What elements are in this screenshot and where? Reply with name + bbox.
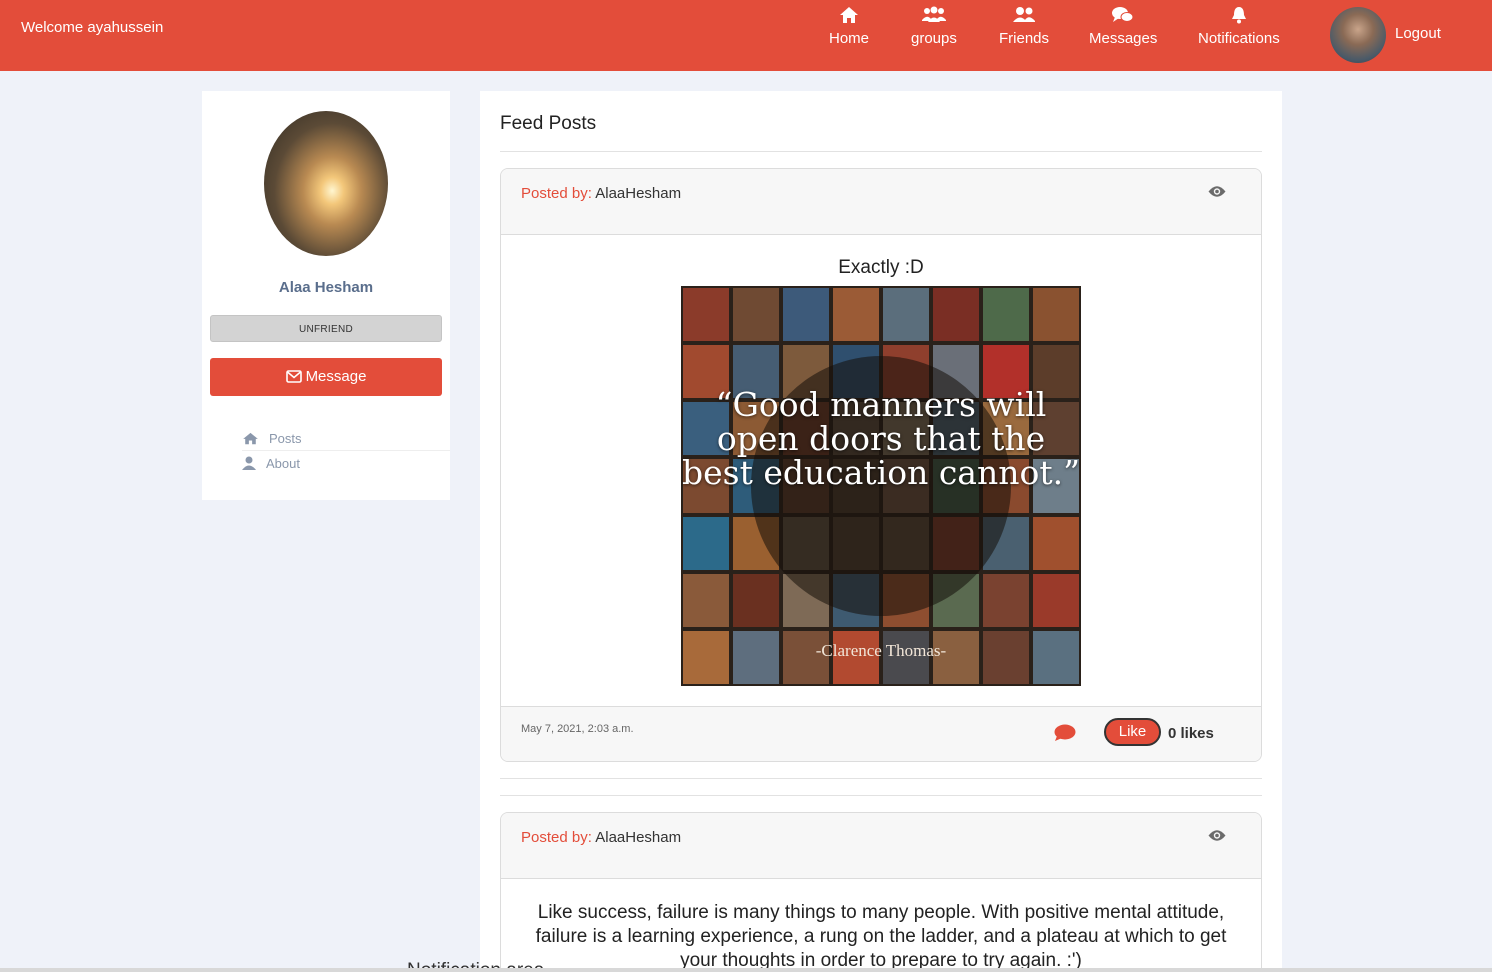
- logout-link[interactable]: Logout: [1395, 25, 1441, 42]
- posted-by-label: Posted by:: [521, 829, 592, 846]
- bell-icon: [1198, 6, 1280, 26]
- profile-name: Alaa Hesham: [278, 279, 374, 296]
- nav-messages-label: Messages: [1089, 30, 1158, 47]
- post-date: May 7, 2021, 2:03 a.m.: [521, 723, 634, 735]
- message-button-label: Message: [305, 368, 367, 385]
- nav-groups-label: groups: [911, 30, 957, 47]
- post-divider: [500, 795, 1262, 796]
- welcome-text: Welcome ayahussein: [21, 19, 164, 36]
- nav-friends[interactable]: Friends: [999, 6, 1049, 47]
- post-author[interactable]: AlaaHesham: [595, 185, 681, 202]
- users-icon: [911, 6, 957, 26]
- user-friends-icon: [999, 6, 1049, 26]
- post-header: Posted by: AlaaHesham: [501, 813, 1261, 879]
- likes-count: 0 likes: [1168, 725, 1214, 742]
- nav-home[interactable]: Home: [829, 6, 869, 47]
- eye-icon[interactable]: [1208, 829, 1226, 847]
- post-header: Posted by: AlaaHesham: [501, 169, 1261, 235]
- feed-title: Feed Posts: [500, 113, 597, 134]
- nav-friends-label: Friends: [999, 30, 1050, 47]
- nav-notifications[interactable]: Notifications: [1198, 6, 1280, 47]
- user-icon: [242, 456, 256, 470]
- image-quote-author: -Clarence Thomas-: [815, 641, 947, 660]
- sidebar-item-about[interactable]: About: [242, 456, 300, 471]
- bottom-strip: [0, 968, 1492, 972]
- post-image[interactable]: “Good manners will open doors that the b…: [681, 286, 1081, 686]
- sidebar-item-posts-label: Posts: [269, 431, 302, 446]
- user-avatar[interactable]: [1330, 7, 1386, 63]
- feed-panel: Feed Posts Posted by: AlaaHesham Exactly…: [480, 91, 1282, 972]
- sidebar-item-posts[interactable]: Posts: [242, 431, 302, 446]
- post-author[interactable]: AlaaHesham: [595, 829, 681, 846]
- feed-divider: [500, 151, 1262, 152]
- unfriend-button[interactable]: UNFRIEND: [210, 315, 442, 342]
- profile-photo: [264, 111, 388, 256]
- post-title: Exactly :D: [838, 257, 924, 278]
- nav-home-label: Home: [829, 30, 870, 47]
- home-icon: [829, 6, 869, 26]
- message-button[interactable]: Message: [210, 358, 442, 396]
- top-navbar: Welcome ayahussein Home groups Friends M…: [0, 0, 1492, 71]
- nav-messages[interactable]: Messages: [1089, 6, 1157, 47]
- envelope-icon: [285, 370, 302, 383]
- comments-icon: [1089, 6, 1157, 26]
- post-card: Posted by: AlaaHesham Exactly :D “Good m…: [500, 168, 1262, 762]
- post-card: Posted by: AlaaHesham Like success, fail…: [500, 812, 1262, 972]
- eye-icon[interactable]: [1208, 185, 1226, 203]
- profile-card: Alaa Hesham UNFRIEND Message Posts About: [202, 91, 450, 500]
- posted-by-label: Posted by:: [521, 185, 592, 202]
- comment-icon[interactable]: [1054, 724, 1076, 747]
- image-quote: “Good manners will open doors that the b…: [682, 385, 1080, 492]
- like-button[interactable]: Like: [1104, 718, 1161, 746]
- home-icon: [243, 432, 258, 445]
- nav-groups[interactable]: groups: [911, 6, 957, 47]
- post-divider: [500, 778, 1262, 779]
- posted-by: Posted by: AlaaHesham: [521, 185, 681, 202]
- nav-notifications-label: Notifications: [1198, 30, 1280, 47]
- post-footer: May 7, 2021, 2:03 a.m. Like 0 likes: [501, 706, 1261, 761]
- sidebar-item-about-label: About: [266, 456, 300, 471]
- sidebar-divider: [242, 450, 450, 451]
- posted-by: Posted by: AlaaHesham: [521, 829, 681, 846]
- post-text: Like success, failure is many things to …: [535, 902, 1227, 971]
